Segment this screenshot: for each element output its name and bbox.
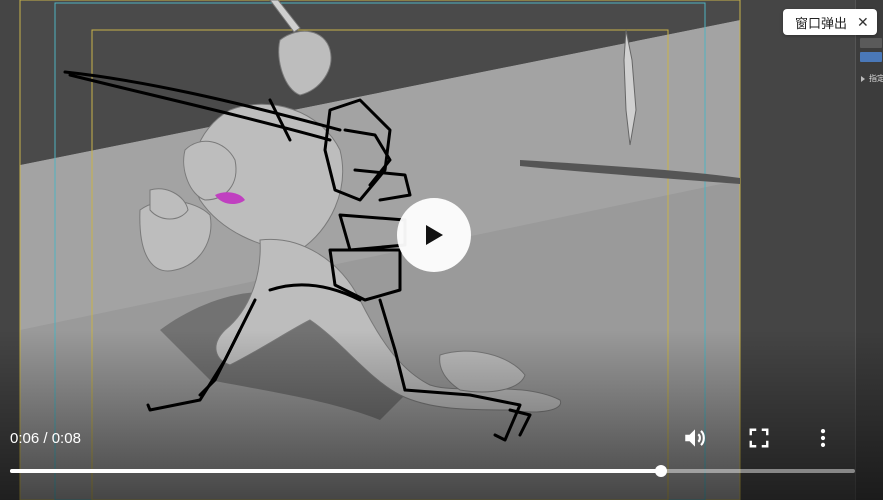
current-time: 0:06 bbox=[10, 430, 40, 447]
panel-tab-active bbox=[860, 52, 882, 62]
progress-fill bbox=[10, 469, 661, 473]
time-display: 0:06 / 0:08 bbox=[10, 430, 81, 447]
panel-row-label: 指定 bbox=[869, 74, 883, 83]
fullscreen-icon bbox=[749, 428, 769, 448]
volume-button[interactable] bbox=[681, 424, 709, 452]
volume-icon bbox=[685, 429, 705, 447]
panel-tab bbox=[860, 38, 882, 48]
popout-label: 窗口弹出 bbox=[795, 15, 848, 31]
progress-handle[interactable] bbox=[654, 465, 667, 477]
close-icon[interactable]: ✕ bbox=[857, 15, 869, 29]
play-icon bbox=[426, 225, 443, 245]
time-separator: / bbox=[39, 430, 52, 447]
more-options-button[interactable] bbox=[809, 424, 837, 452]
fullscreen-button[interactable] bbox=[745, 424, 773, 452]
controls-gradient bbox=[0, 330, 883, 500]
panel-row: 指定 bbox=[859, 74, 883, 84]
more-vertical-icon bbox=[820, 429, 826, 447]
progress-bar[interactable] bbox=[10, 465, 855, 477]
duration: 0:08 bbox=[51, 430, 81, 447]
play-button[interactable] bbox=[397, 198, 471, 272]
video-player[interactable]: 指定 窗口弹出 ✕ 0:06 / 0:08 bbox=[0, 0, 883, 500]
expand-arrow-icon bbox=[861, 76, 865, 82]
popout-window-button[interactable]: 窗口弹出 ✕ bbox=[783, 9, 877, 35]
